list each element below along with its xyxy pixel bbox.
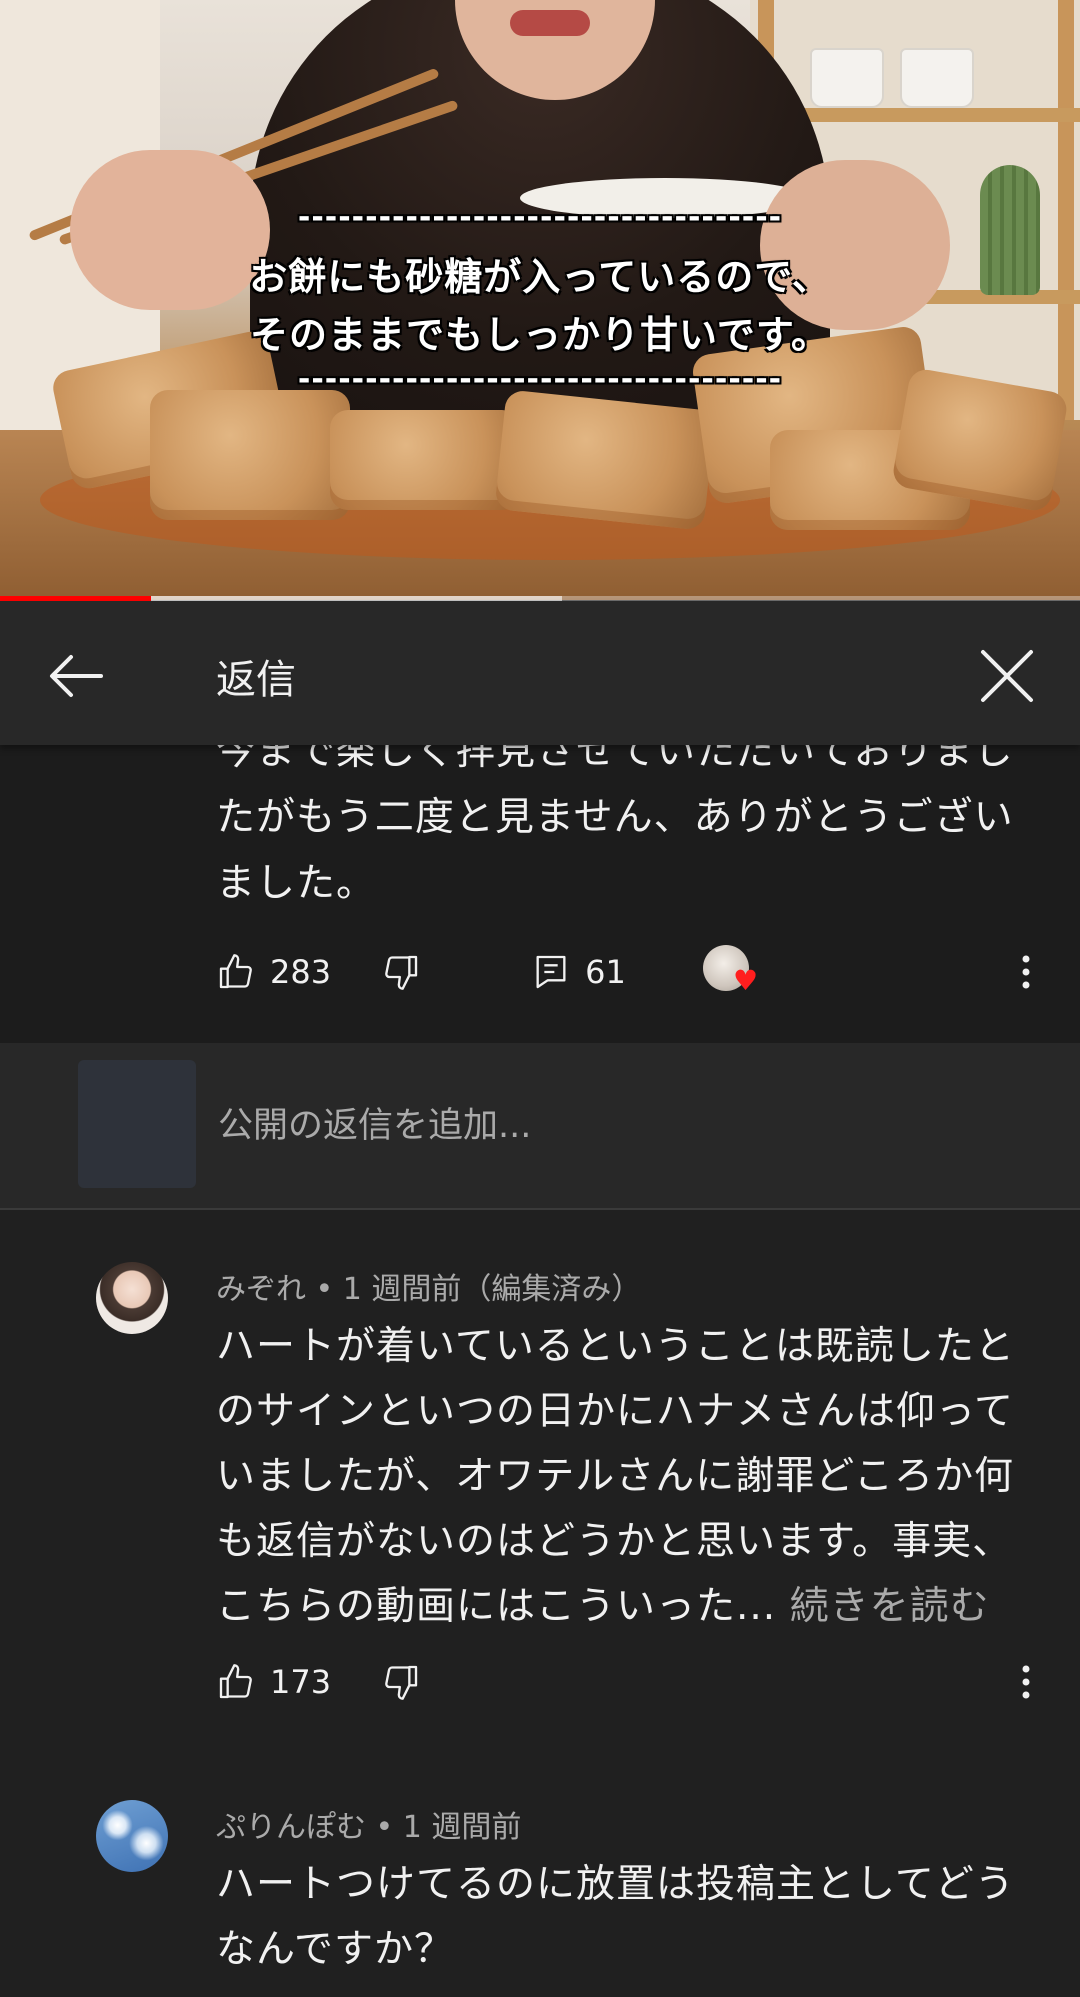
reply-meta: ぷりんぽむ • 1 週間前 (216, 1810, 522, 1845)
subtitle-dash-bottom: ------------------------------------ (297, 362, 783, 397)
subtitle-dash-top: ------------------------------------ (297, 200, 783, 235)
parent-comment-text: 今まで楽しく拝見させていただいておりまし たがもう二度と見ません、ありがとうござ… (216, 745, 1014, 906)
subtitle-line-1: お餅にも砂糖が入っているので、 (249, 255, 831, 299)
thumbs-up-icon (219, 954, 252, 989)
parent-more-button[interactable] (996, 942, 1056, 1002)
reply-item: ぷりんぽむ • 1 週間前 ハートつけてるのに放置は投稿主としてどう なんですか… (0, 1800, 1080, 1997)
thumbs-up-icon (219, 1664, 252, 1699)
arrow-left-icon (50, 655, 103, 697)
reply-count: 61 (585, 953, 626, 991)
reply-text: ハートが着いているということは既読したと のサインといつの日かにハナメさんは仰っ… (216, 1324, 1015, 1629)
thumbs-down-icon (385, 955, 418, 990)
close-icon (981, 650, 1033, 702)
dislike-button[interactable] (381, 1662, 421, 1702)
my-avatar (78, 1060, 196, 1188)
like-button[interactable]: 173 (216, 1662, 331, 1702)
reply-action-row: 173 (216, 1652, 421, 1712)
add-reply-row (0, 1043, 1080, 1210)
parent-comment: 今まで楽しく拝見させていただいておりまし たがもう二度と見ません、ありがとうござ… (0, 745, 1080, 1043)
reply-item: みぞれ • 1 週間前（編集済み） ハートが着いているということは既読したと の… (0, 1262, 1080, 1742)
more-vert-icon (1022, 955, 1030, 989)
reply-more-button[interactable] (996, 1652, 1056, 1712)
read-more-link[interactable]: 続きを読む (790, 1584, 990, 1629)
reply-author[interactable]: ぷりんぽむ (216, 1810, 366, 1845)
like-button[interactable]: 283 (216, 952, 331, 992)
reply-avatar[interactable] (96, 1800, 168, 1872)
reply-avatar[interactable] (96, 1262, 168, 1334)
like-count: 173 (270, 1663, 332, 1701)
subtitle-line-2: そのままでもしっかり甘いです。 (249, 313, 831, 357)
reply-meta: みぞれ • 1 週間前（編集済み） (216, 1272, 642, 1307)
comment-icon (536, 955, 566, 989)
reply-text: ハートつけてるのに放置は投稿主としてどう なんですか？ (216, 1862, 1015, 1972)
thumbs-down-icon (385, 1665, 418, 1700)
replies-header: 返信 (0, 601, 1080, 745)
reply-author[interactable]: みぞれ (216, 1272, 306, 1307)
parent-action-row: 283 61 (216, 942, 626, 1002)
close-button[interactable] (972, 641, 1042, 711)
creator-heart-icon: ♥ (733, 964, 759, 997)
like-count: 283 (270, 953, 332, 991)
reply-time: 1 週間前 (402, 1810, 522, 1845)
dislike-button[interactable] (381, 952, 421, 992)
reply-input[interactable] (216, 1095, 1000, 1157)
more-vert-icon (1022, 1665, 1030, 1699)
back-button[interactable] (40, 641, 110, 711)
reply-button[interactable]: 61 (531, 952, 626, 992)
page-title: 返信 (216, 657, 296, 703)
reply-time: 1 週間前（編集済み） (342, 1272, 642, 1307)
video-player[interactable]: ------------------------------------ お餅に… (0, 0, 1080, 600)
